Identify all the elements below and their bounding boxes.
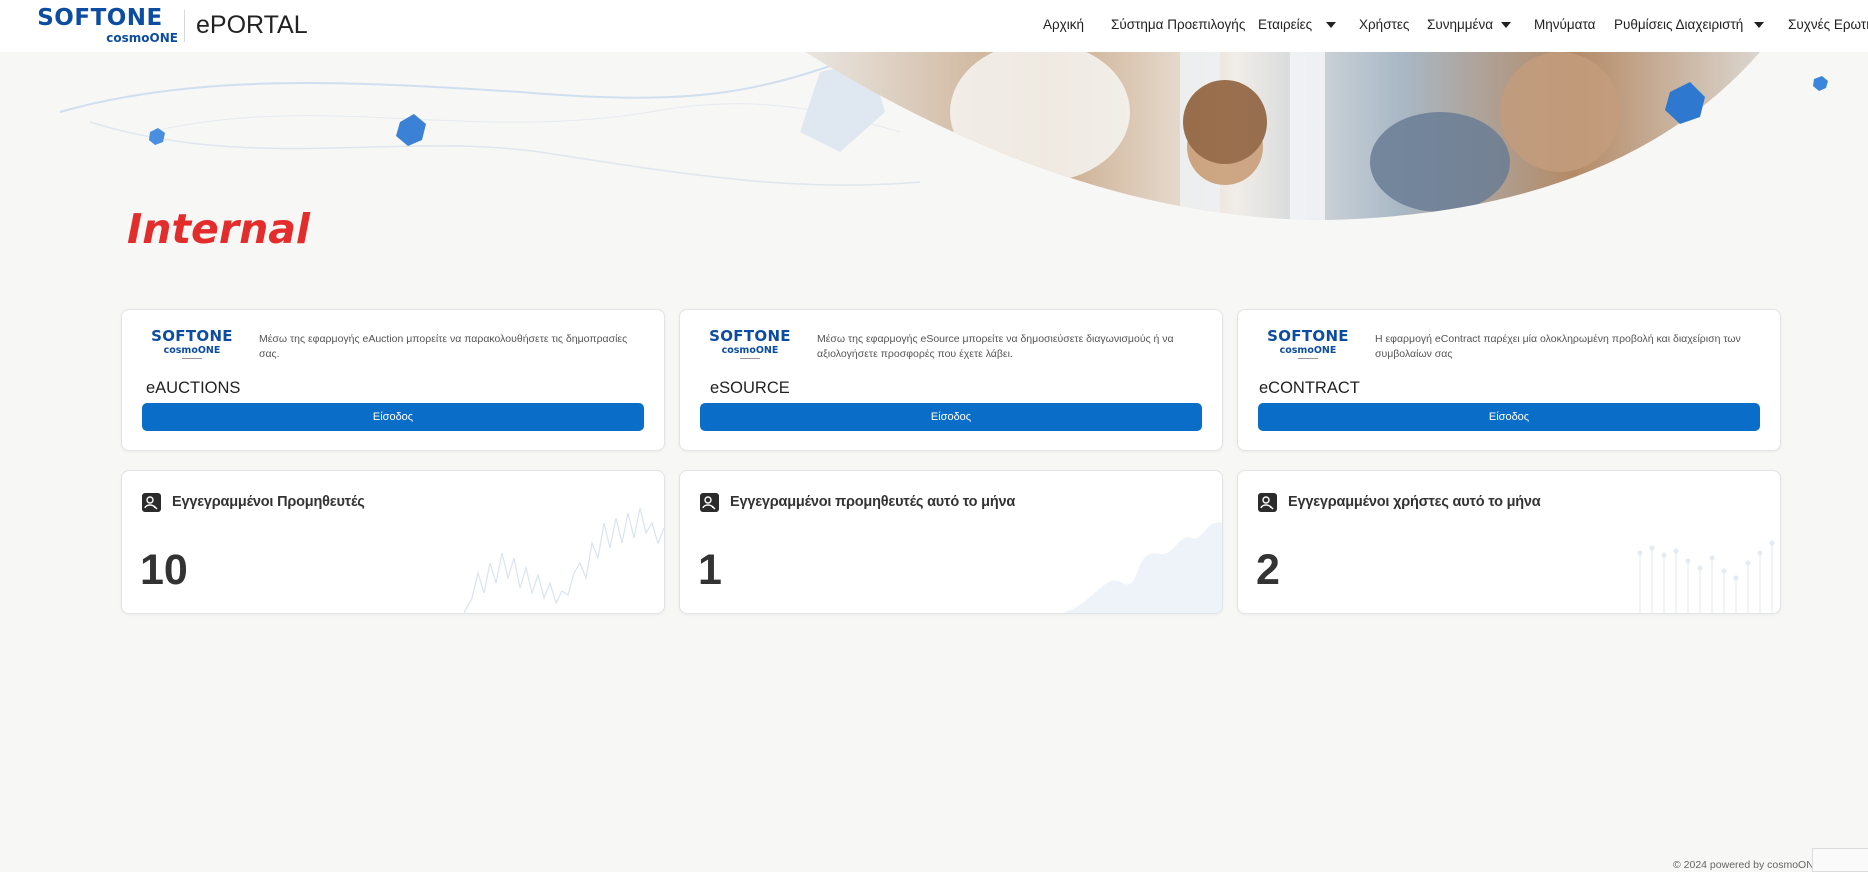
app-name: eSOURCE <box>710 379 790 397</box>
softone-logo[interactable]: SOFTONE cosmoONE <box>22 6 178 46</box>
app-card-econtract: SOFTONE cosmoONE eCONTRACT Η εφαρμογή eC… <box>1237 309 1781 451</box>
user-icon <box>142 493 161 512</box>
app-description: Η εφαρμογή eContract παρέχει μία ολοκληρ… <box>1375 333 1741 360</box>
logo-brand-main: SOFTONE <box>37 5 163 31</box>
logo-brand-sub: cosmoONE <box>1279 345 1337 356</box>
stat-value: 2 <box>1256 546 1280 594</box>
logo-underline <box>740 358 760 359</box>
area-chart-decoration <box>1062 522 1222 613</box>
page-title: Internal <box>127 205 310 253</box>
recaptcha-badge[interactable] <box>1812 848 1868 872</box>
nav-item-messages[interactable]: Μηνύματα <box>1534 17 1595 32</box>
nav-item-home[interactable]: Αρχική <box>1043 17 1084 32</box>
enter-esource-button[interactable]: Είσοδος <box>700 403 1202 431</box>
stat-title: Εγγεγραμμένοι Προμηθευτές <box>172 494 365 510</box>
logo-brand-sub: cosmoONE <box>721 345 779 356</box>
stat-card-registered-suppliers: Εγγεγραμμένοι Προμηθευτές 10 <box>121 470 665 614</box>
softone-logo: SOFTONE cosmoONE eAUCTIONS <box>142 327 242 397</box>
nav-item-attachments[interactable]: Συνημμένα <box>1427 17 1493 32</box>
user-icon <box>700 493 719 512</box>
logo-brand-sub: cosmoONE <box>163 345 221 356</box>
stat-card-users-this-month: Εγγεγραμμένοι χρήστες αυτό το μήνα 2 <box>1237 470 1781 614</box>
enter-eauctions-button[interactable]: Είσοδος <box>142 403 644 431</box>
softone-logo: SOFTONE cosmoONE eCONTRACT <box>1258 327 1360 397</box>
app-title: ePORTAL <box>196 11 308 39</box>
app-name: eCONTRACT <box>1259 379 1360 397</box>
sparkline-decoration <box>464 507 664 613</box>
stat-value: 10 <box>140 546 188 594</box>
nav-item-companies[interactable]: Εταιρείες <box>1258 17 1312 32</box>
stat-value: 1 <box>698 546 722 594</box>
logo-underline <box>182 358 202 359</box>
enter-econtract-button[interactable]: Είσοδος <box>1258 403 1760 431</box>
logo-brand-main: SOFTONE <box>709 327 791 345</box>
chevron-down-icon[interactable] <box>1754 22 1764 28</box>
logo-underline <box>1298 358 1318 359</box>
app-name: eAUCTIONS <box>146 379 241 397</box>
nav-item-faq[interactable]: Συχνές Ερωτή <box>1788 17 1868 32</box>
app-card-eauctions: SOFTONE cosmoONE eAUCTIONS Μέσω της εφαρ… <box>121 309 665 451</box>
user-icon <box>1258 493 1277 512</box>
nav-item-admin-settings[interactable]: Ρυθμίσεις Διαχειριστή <box>1614 17 1743 32</box>
nav-item-users[interactable]: Χρήστες <box>1359 17 1409 32</box>
stat-title: Εγγεγραμμένοι χρήστες αυτό το μήνα <box>1288 494 1541 510</box>
logo-brand-main: SOFTONE <box>151 327 233 345</box>
stat-card-suppliers-this-month: Εγγεγραμμένοι προμηθευτές αυτό το μήνα 1 <box>679 470 1223 614</box>
chevron-down-icon[interactable] <box>1501 22 1511 28</box>
nav-item-default-system[interactable]: Σύστημα Προεπιλογής <box>1111 17 1245 32</box>
app-description: Μέσω της εφαρμογής eSource μπορείτε να δ… <box>817 333 1174 360</box>
logo-brand-sub: cosmoONE <box>106 31 178 45</box>
stat-title: Εγγεγραμμένοι προμηθευτές αυτό το μήνα <box>730 494 1016 510</box>
app-description: Μέσω της εφαρμογής eAuction μπορείτε να … <box>259 333 628 360</box>
lollipop-chart-decoration <box>1637 540 1775 613</box>
app-card-esource: SOFTONE cosmoONE eSOURCE Μέσω της εφαρμο… <box>679 309 1223 451</box>
chevron-down-icon[interactable] <box>1326 22 1336 28</box>
logo-brand-main: SOFTONE <box>1267 327 1349 345</box>
top-navbar: SOFTONE cosmoONE ePORTAL Αρχική Σύστημα … <box>0 0 1868 52</box>
softone-logo: SOFTONE cosmoONE eSOURCE <box>700 327 800 397</box>
brand-divider <box>184 10 185 42</box>
